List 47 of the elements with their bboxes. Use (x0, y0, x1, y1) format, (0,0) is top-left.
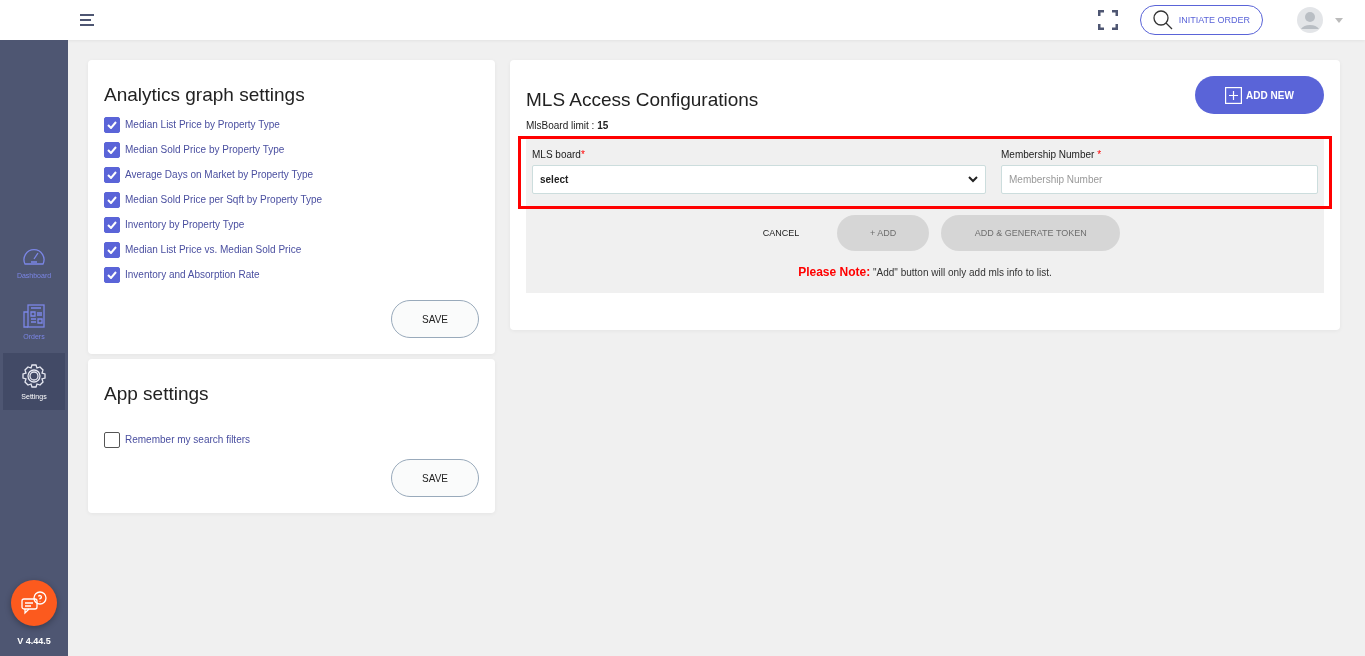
checkbox-label: Median List Price by Property Type (125, 119, 280, 130)
menu-icon[interactable] (80, 13, 94, 27)
initiate-order-button[interactable]: INITIATE ORDER (1139, 5, 1263, 35)
help-chat-button[interactable] (11, 580, 57, 626)
chevron-down-icon (968, 176, 978, 183)
check-icon (107, 270, 117, 279)
checkbox[interactable] (104, 166, 120, 183)
action-button[interactable]: CANCEL (736, 215, 826, 251)
select-field[interactable]: select (532, 165, 986, 194)
card-title: MLS Access Configurations (526, 89, 759, 111)
field-label: Membership Number * (1001, 149, 1103, 160)
check-icon (107, 220, 117, 229)
checkbox-label: Median Sold Price by Property Type (125, 144, 285, 155)
checkbox-label: Inventory by Property Type (125, 219, 245, 230)
checkbox[interactable] (104, 266, 120, 283)
checkbox[interactable] (104, 431, 120, 448)
check-icon (107, 170, 117, 179)
checkbox[interactable] (104, 216, 120, 233)
search-icon (1152, 10, 1173, 30)
card-title: App settings (104, 383, 210, 405)
checkbox[interactable] (104, 191, 120, 208)
gear-icon (22, 363, 46, 388)
check-icon (107, 120, 117, 129)
version-label: V 4.44.5 (17, 636, 51, 646)
field-label: MLS board* (532, 149, 586, 160)
save-button[interactable]: SAVE (391, 300, 479, 338)
check-icon (107, 145, 117, 154)
check-icon (107, 195, 117, 204)
checkbox-label: Average Days on Market by Property Type (125, 169, 314, 180)
input-field[interactable]: Membership Number (1001, 165, 1318, 194)
document-icon (23, 303, 45, 328)
checkbox-label: Median List Price vs. Median Sold Price (125, 244, 302, 255)
checkbox[interactable] (104, 241, 120, 258)
save-button[interactable]: SAVE (391, 459, 479, 497)
card-title: Analytics graph settings (104, 84, 306, 106)
checkbox-label: Remember my search filters (125, 434, 251, 445)
checkbox-label: Median Sold Price per Sqft by Property Type (125, 194, 323, 205)
checkbox[interactable] (104, 116, 120, 133)
plus-icon (1225, 86, 1243, 104)
check-icon (107, 245, 117, 254)
checkbox-label: Inventory and Absorption Rate (125, 269, 260, 280)
chat-question-icon (21, 591, 47, 615)
note-text: Please Note: "Add" button will only add mls info to list. (797, 264, 1053, 281)
checkbox[interactable] (104, 141, 120, 158)
board-limit-text: MlsBoard limit : 15 (526, 120, 610, 131)
add-new-button[interactable]: ADD NEW (1195, 76, 1324, 114)
fullscreen-icon[interactable] (1097, 10, 1118, 30)
